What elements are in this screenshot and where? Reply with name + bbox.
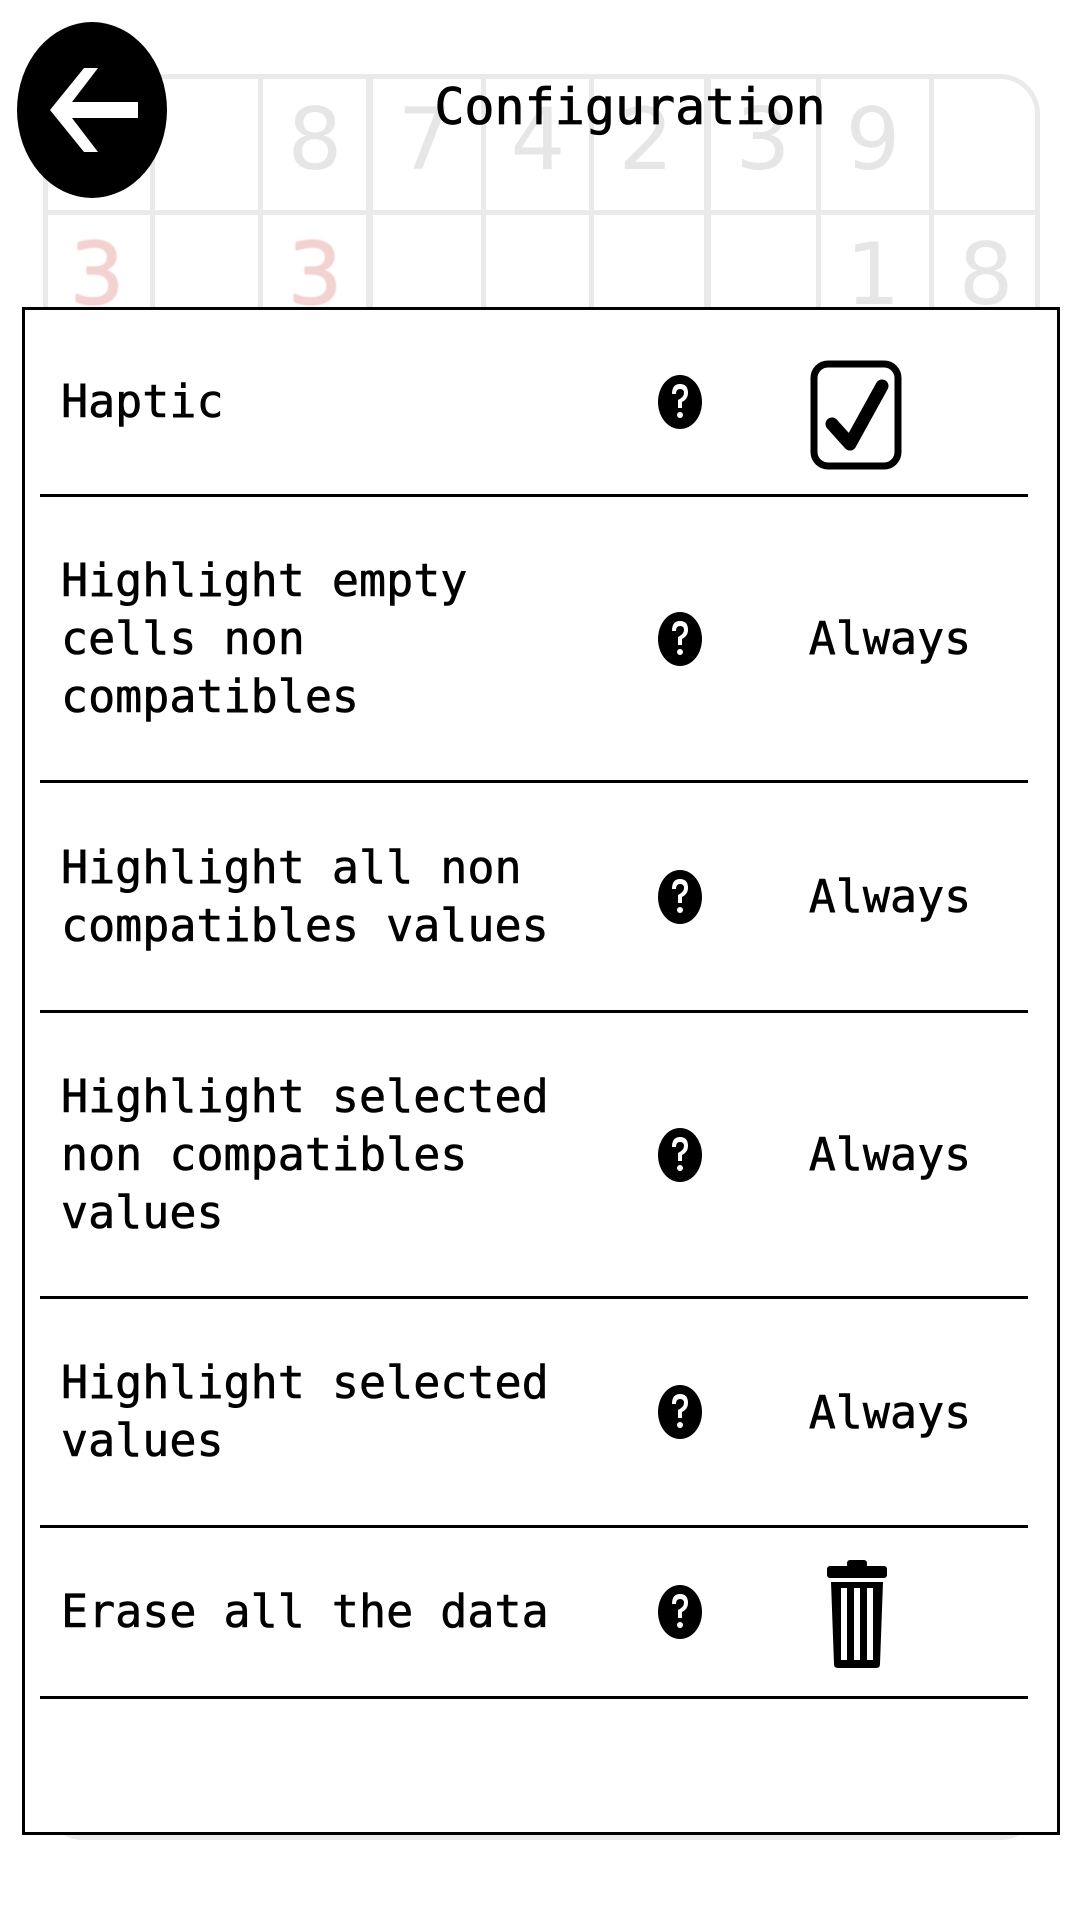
trash-icon[interactable] <box>825 1558 889 1670</box>
setting-row-haptic: Haptic <box>40 310 1028 497</box>
setting-row-erase-data: Erase all the data <box>40 1528 1028 1699</box>
arrow-left-icon <box>50 68 138 152</box>
board-digit: 8 <box>287 90 343 190</box>
help-icon[interactable] <box>657 609 703 669</box>
setting-row-highlight-all-non-compatibles: Highlight all non compatibles values Alw… <box>40 783 1028 1013</box>
page-title: Configuration <box>434 78 826 137</box>
setting-label: Haptic <box>61 375 224 429</box>
setting-label: Highlight selected non compatibles value… <box>61 1069 549 1239</box>
setting-value-dropdown[interactable]: Always <box>770 1385 1010 1439</box>
setting-label: Highlight empty cells non compatibles <box>61 553 468 723</box>
setting-row-highlight-selected-values: Highlight selected values Always <box>40 1299 1028 1528</box>
setting-label: Erase all the data <box>61 1585 549 1639</box>
settings-panel: Haptic Highlight empty cells non compati… <box>22 307 1060 1835</box>
help-icon[interactable] <box>657 1125 703 1185</box>
help-icon[interactable] <box>657 1382 703 1442</box>
setting-value-dropdown[interactable]: Always <box>770 870 1010 924</box>
setting-row-highlight-selected-non-compatibles: Highlight selected non compatibles value… <box>40 1013 1028 1299</box>
haptic-checkbox[interactable] <box>810 360 902 470</box>
help-icon[interactable] <box>657 1582 703 1642</box>
setting-value-dropdown[interactable]: Always <box>770 1128 1010 1182</box>
setting-label: Highlight selected values <box>61 1356 549 1468</box>
setting-value-dropdown[interactable]: Always <box>770 612 1010 666</box>
setting-label: Highlight all non compatibles values <box>61 840 549 952</box>
board-line <box>43 210 1040 215</box>
back-button[interactable] <box>17 22 167 198</box>
setting-row-highlight-empty-cells: Highlight empty cells non compatibles Al… <box>40 497 1028 783</box>
help-icon[interactable] <box>657 372 703 432</box>
help-icon[interactable] <box>657 867 703 927</box>
